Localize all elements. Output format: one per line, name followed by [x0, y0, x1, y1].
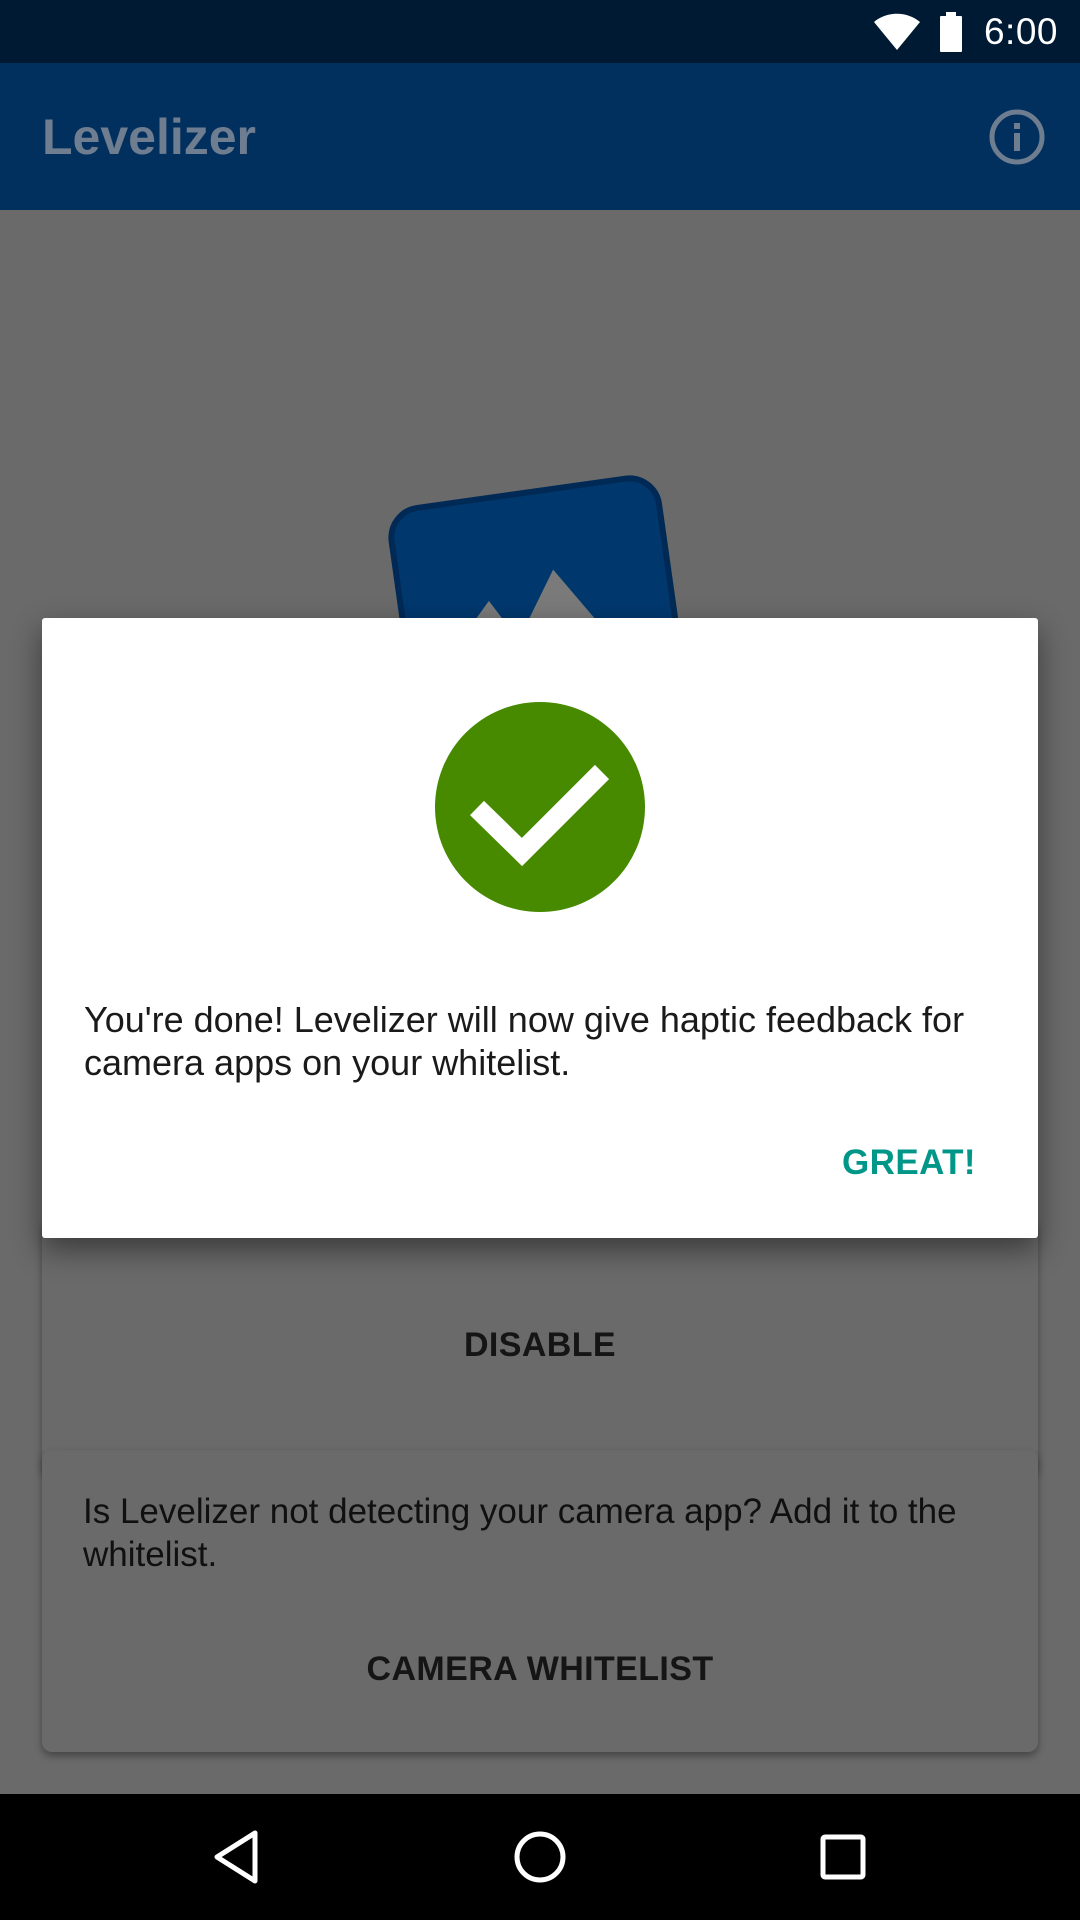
success-dialog: You're done! Levelizer will now give hap… [42, 618, 1038, 1238]
great-button[interactable]: GREAT! [842, 1143, 976, 1183]
screen: 6:00 Levelizer DISABLE Is Levelizer not … [0, 0, 1080, 1920]
info-icon[interactable] [988, 108, 1046, 166]
dialog-message: You're done! Levelizer will now give hap… [84, 999, 965, 1083]
disable-card: DISABLE [42, 1218, 1038, 1474]
status-bar: 6:00 [0, 0, 1080, 63]
status-time: 6:00 [983, 10, 1058, 52]
disable-button[interactable]: DISABLE [42, 1326, 1038, 1365]
camera-whitelist-button[interactable]: CAMERA WHITELIST [42, 1650, 1038, 1689]
recents-icon[interactable] [813, 1827, 873, 1887]
app-title: Levelizer [42, 108, 257, 165]
check-circle-icon [435, 702, 645, 912]
whitelist-description: Is Levelizer not detecting your camera a… [83, 1492, 957, 1574]
home-icon[interactable] [510, 1827, 570, 1887]
wifi-icon [873, 13, 920, 50]
navigation-bar [0, 1794, 1080, 1920]
back-icon[interactable] [207, 1827, 267, 1887]
battery-icon [939, 11, 962, 52]
app-bar: Levelizer [0, 63, 1080, 210]
whitelist-card: Is Levelizer not detecting your camera a… [42, 1450, 1038, 1752]
